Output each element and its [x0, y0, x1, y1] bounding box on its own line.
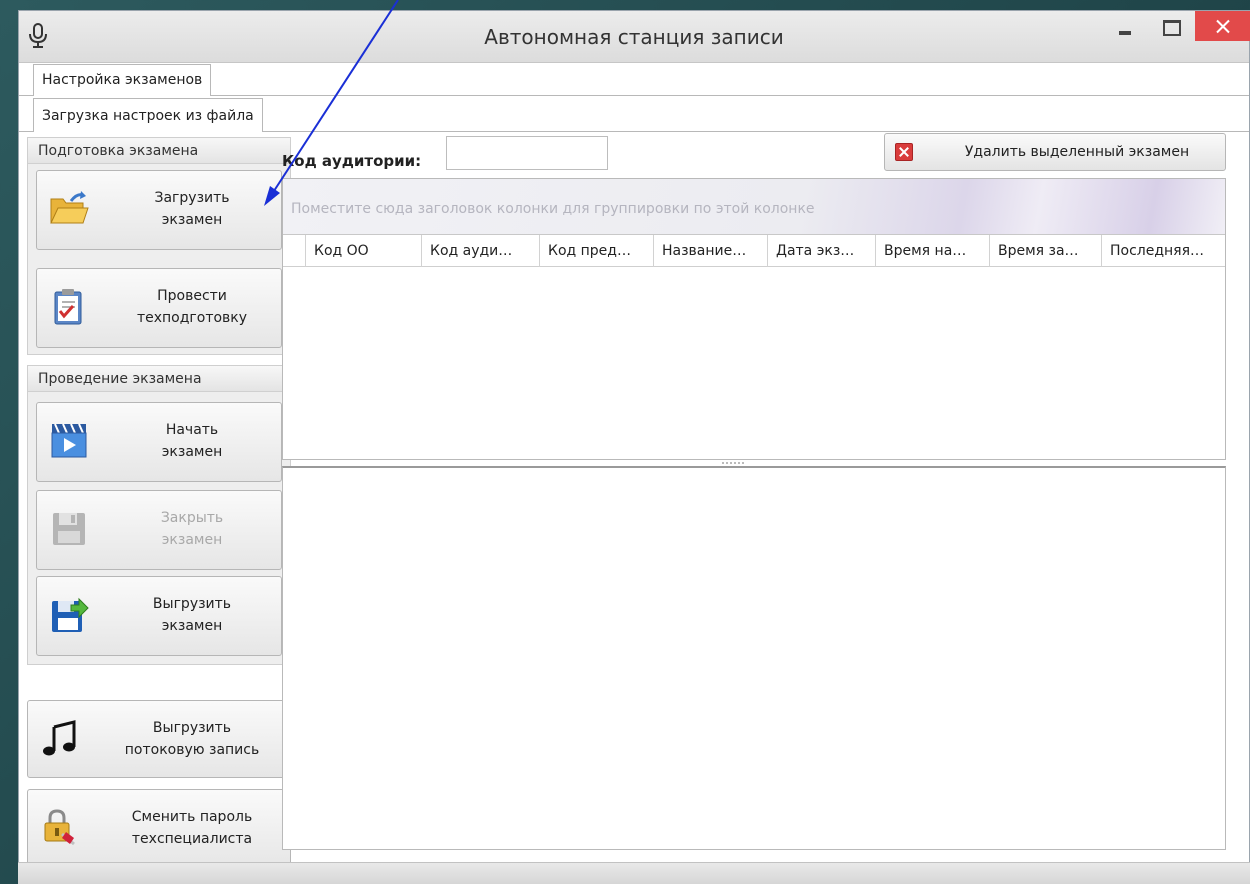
- group-header-conducting: Проведение экзамена: [28, 366, 290, 392]
- exam-preparation-group: Подготовка экзамена Загрузить экзамен Пр…: [27, 137, 291, 355]
- status-bar: [18, 862, 1250, 884]
- delete-selected-exam-button[interactable]: Удалить выделенный экзамен: [884, 133, 1226, 171]
- grid-column-header-row: Код ОО Код ауди… Код пред… Название… Дат…: [283, 235, 1225, 267]
- export-stream-label: Выгрузить потоковую запись: [124, 720, 260, 758]
- export-stream-button[interactable]: Выгрузить потоковую запись: [27, 700, 291, 778]
- exams-grid[interactable]: Поместите сюда заголовок колонки для гру…: [282, 178, 1226, 460]
- sub-tab-strip: Загрузка настроек из файла: [19, 96, 1249, 132]
- music-note-icon: [43, 720, 76, 756]
- column-header-last[interactable]: Последняя…: [1101, 235, 1227, 267]
- main-tab-strip: Настройка экзаменов: [19, 63, 1249, 96]
- floppy-export-icon: [52, 597, 89, 632]
- tab-exam-settings[interactable]: Настройка экзаменов: [33, 64, 212, 96]
- tab-load-settings-from-file[interactable]: Загрузка настроек из файла: [33, 98, 263, 132]
- floppy-disk-disabled-icon: [53, 513, 85, 545]
- room-code-label: Код аудитории:: [282, 152, 422, 170]
- lock-key-icon: [44, 809, 75, 846]
- column-header-room-code[interactable]: Код ауди…: [421, 235, 539, 267]
- title-bar[interactable]: Автономная станция записи: [19, 11, 1250, 63]
- close-button[interactable]: [1195, 11, 1250, 41]
- column-header-name[interactable]: Название…: [653, 235, 767, 267]
- change-password-button[interactable]: Сменить пароль техспециалиста: [27, 789, 291, 869]
- delete-icon: [895, 143, 913, 161]
- load-exam-button[interactable]: Загрузить экзамен: [36, 170, 282, 250]
- left-action-panel: Подготовка экзамена Загрузить экзамен Пр…: [27, 137, 291, 877]
- group-by-hint: Поместите сюда заголовок колонки для гру…: [291, 201, 815, 217]
- column-header-subject-code[interactable]: Код пред…: [539, 235, 653, 267]
- tech-preparation-button[interactable]: Провести техподготовку: [36, 268, 282, 348]
- start-exam-button[interactable]: Начать экзамен: [36, 402, 282, 482]
- room-code-input[interactable]: [446, 136, 608, 170]
- minimize-button[interactable]: [1107, 11, 1147, 41]
- column-header-start-time[interactable]: Время на…: [875, 235, 989, 267]
- change-password-label: Сменить пароль техспециалиста: [131, 809, 253, 847]
- group-by-panel[interactable]: Поместите сюда заголовок колонки для гру…: [283, 179, 1225, 235]
- maximize-button[interactable]: [1151, 11, 1191, 41]
- clipboard-check-icon: [54, 289, 82, 325]
- exam-conducting-group: Проведение экзамена Начать экзамен Закры…: [27, 365, 291, 665]
- column-header-exam-date[interactable]: Дата экз…: [767, 235, 875, 267]
- column-header-end-time[interactable]: Время за…: [989, 235, 1101, 267]
- start-exam-label: Начать экзамен: [161, 422, 223, 460]
- folder-open-icon: [50, 191, 89, 224]
- close-exam-button[interactable]: Закрыть экзамен: [36, 490, 282, 570]
- tech-preparation-label: Провести техподготовку: [136, 288, 248, 326]
- window-title: Автономная станция записи: [484, 25, 784, 49]
- detail-panel: [282, 466, 1226, 850]
- close-exam-label: Закрыть экзамен: [160, 510, 224, 548]
- column-header-oo-code[interactable]: Код ОО: [305, 235, 421, 267]
- clapperboard-play-icon: [51, 423, 87, 458]
- export-exam-label: Выгрузить экзамен: [152, 596, 232, 634]
- load-exam-label: Загрузить экзамен: [154, 190, 230, 228]
- delete-selected-exam-label: Удалить выделенный экзамен: [964, 144, 1190, 160]
- export-exam-button[interactable]: Выгрузить экзамен: [36, 576, 282, 656]
- group-header-preparation: Подготовка экзамена: [28, 138, 290, 164]
